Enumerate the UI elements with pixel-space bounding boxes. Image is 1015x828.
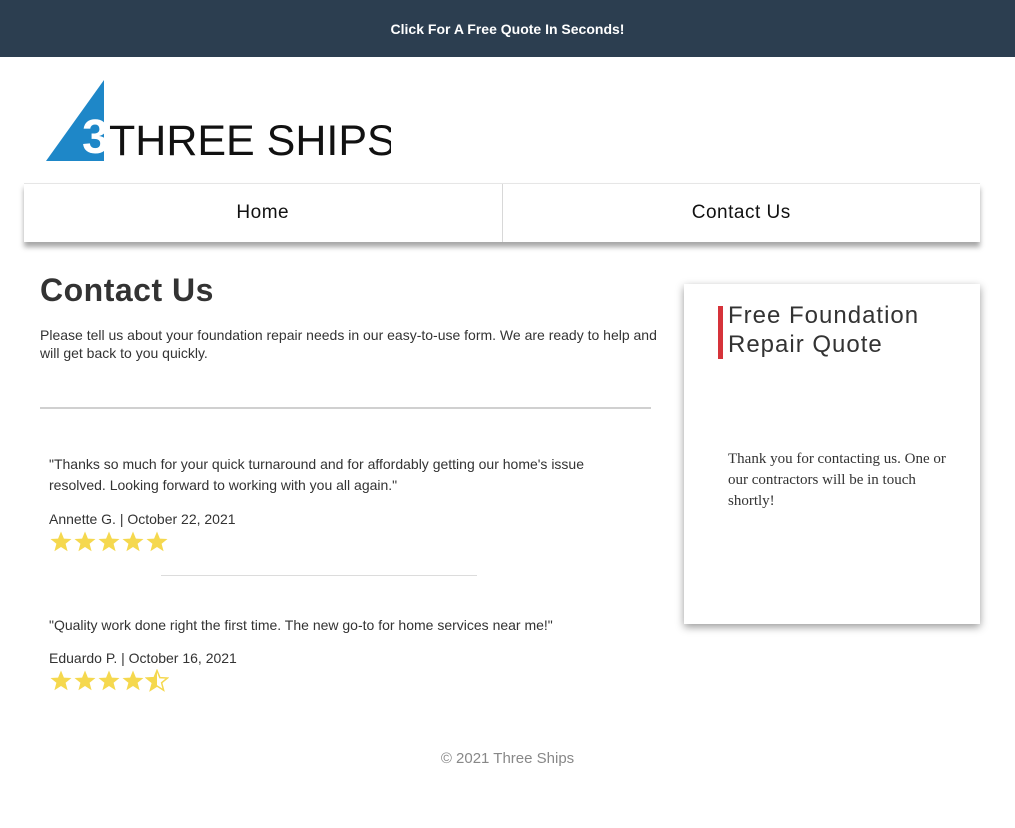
top-cta-bar[interactable]: Click For A Free Quote In Seconds! [0,0,1015,57]
intro-text: Please tell us about your foundation rep… [40,327,657,361]
star-icon [50,531,72,552]
review-card: "Quality work done right the first time.… [49,615,589,693]
form-success-message: Thank you for contacting us. One or our … [728,451,946,509]
logo-sail-numeral: 3 [82,111,109,164]
page-title: Contact Us [40,272,214,308]
review-author: Annette G. | October 22, 2021 [49,511,236,527]
sidebar-accent-bar [718,306,723,359]
three-ships-logo-graphic: 3 THREE SHIPS [46,80,396,165]
sidebar-title: Free Foundation Repair Quote [728,302,920,358]
review-quote: "Quality work done right the first time.… [49,617,553,633]
nav-item-home[interactable]: Home [24,184,502,242]
star-icon [50,670,72,691]
review-divider [161,575,477,576]
star-icon [98,531,120,552]
nav-item-label: Contact Us [691,202,791,223]
star-icon [122,670,144,691]
star-rating [49,669,589,693]
review-card: "Thanks so much for your quick turnaroun… [49,454,589,554]
review-author: Eduardo P. | October 16, 2021 [49,650,237,666]
nav-item-contact-us[interactable]: Contact Us [503,184,981,242]
review-quote: "Thanks so much for your quick turnaroun… [49,456,585,493]
star-rating [49,530,589,554]
star-icon [146,531,168,552]
site-logo[interactable]: 3 THREE SHIPS [46,78,396,165]
star-icon [74,531,96,552]
star-icon [98,670,120,691]
main-nav: Home Contact Us [24,183,980,242]
nav-item-label: Home [236,202,290,223]
logo-wordmark: THREE SHIPS [109,117,391,164]
star-icon [74,670,96,691]
quote-sidebar: Free Foundation Repair Quote Thank you f… [684,284,980,624]
star-icon [122,531,144,552]
top-cta-label[interactable]: Click For A Free Quote In Seconds! [391,21,625,37]
footer-copyright: © 2021 Three Ships [440,750,575,767]
section-divider [40,407,651,409]
star-half-icon [145,669,169,692]
